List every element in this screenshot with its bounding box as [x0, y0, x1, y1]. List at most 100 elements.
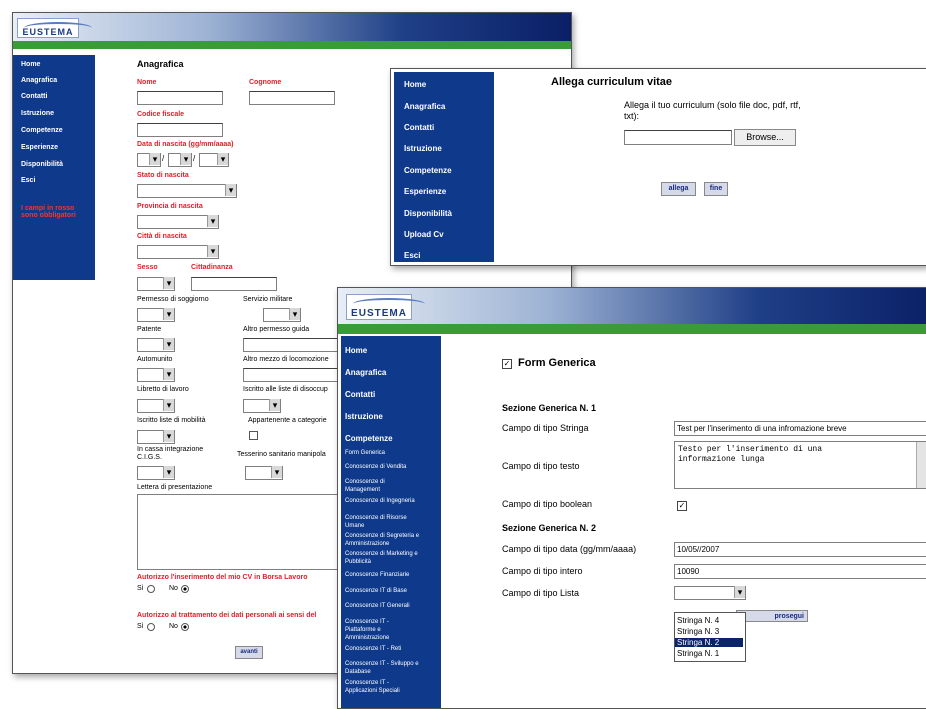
sub-item-form-generica[interactable]: Form Generica — [345, 450, 439, 457]
form-eustema-logo: EUSTEMA — [346, 294, 425, 320]
patente-select[interactable] — [137, 338, 175, 352]
allega-button[interactable]: allega — [661, 182, 696, 196]
date-slash-2: / — [193, 154, 196, 163]
sub-item-it-applicazioni[interactable]: Conoscenze IT - Applicazioni Speciali — [345, 679, 405, 695]
lettera-textarea[interactable] — [137, 494, 349, 570]
data-label: Campo di tipo data (gg/mm/aaaa) — [502, 544, 637, 554]
citta-nascita-label: Città di nascita — [137, 233, 187, 240]
upload-sidebar-item-anagrafica[interactable]: Anagrafica — [404, 102, 445, 111]
lista-option[interactable]: Stringa N. 3 — [677, 627, 719, 636]
lista-dropdown[interactable]: Stringa N. 4 Stringa N. 3 Stringa N. 2 S… — [674, 612, 746, 662]
servizio-select[interactable] — [263, 308, 301, 322]
cognome-input[interactable] — [249, 91, 335, 105]
altro-permesso-input[interactable] — [243, 338, 341, 352]
form-sidebar-item-anagrafica[interactable]: Anagrafica — [345, 368, 386, 377]
cassa-select[interactable] — [137, 466, 175, 480]
sub-item-it-sviluppo[interactable]: Conoscenze IT - Sviluppo e Database — [345, 660, 441, 676]
cognome-label: Cognome — [249, 79, 282, 86]
intero-label: Campo di tipo intero — [502, 566, 583, 576]
day-select[interactable] — [137, 153, 161, 167]
altro-mezzo-input[interactable] — [243, 368, 341, 382]
permesso-select[interactable] — [137, 308, 175, 322]
lista-option[interactable]: Stringa N. 4 — [677, 616, 719, 625]
patente-label: Patente — [137, 326, 162, 333]
file-path-input[interactable] — [624, 130, 732, 145]
testo-label: Campo di tipo testo — [502, 461, 580, 471]
altro-permesso-label: Altro permesso guida — [243, 326, 310, 333]
upload-sidebar-item-esperienze[interactable]: Esperienze — [404, 187, 446, 196]
cittadinanza-input[interactable] — [191, 277, 277, 291]
upload-sidebar-item-competenze[interactable]: Competenze — [404, 166, 452, 175]
form-sidebar-item-home[interactable]: Home — [345, 346, 367, 355]
year-select[interactable] — [199, 153, 229, 167]
form-header-strip — [338, 324, 926, 334]
autorizzo-dati-no-radio[interactable] — [181, 623, 189, 631]
lista-option[interactable]: Stringa N. 1 — [677, 649, 719, 658]
browse-button[interactable]: Browse... — [734, 129, 796, 146]
tesserino-select[interactable] — [245, 466, 283, 480]
upload-instructions: Allega il tuo curriculum (solo file doc,… — [624, 100, 801, 121]
testo-scrollbar[interactable] — [916, 442, 926, 488]
sub-item-it-generali[interactable]: Conoscenze IT Generali — [345, 603, 441, 610]
data-input[interactable]: 10/05//2007 — [674, 542, 926, 557]
upload-sidebar-item-upload-cv[interactable]: Upload Cv — [404, 230, 444, 239]
intero-input[interactable]: 10090 — [674, 564, 926, 579]
sub-item-finanziarie[interactable]: Conoscenze Finanziarie — [345, 572, 441, 579]
autorizzo-cv-si-radio[interactable] — [147, 585, 155, 593]
lista-select[interactable] — [674, 586, 746, 600]
automunito-select[interactable] — [137, 368, 175, 382]
form-sidebar-item-contatti[interactable]: Contatti — [345, 390, 375, 399]
appartenente-checkbox[interactable] — [249, 431, 258, 440]
autorizzo-dati-si-radio[interactable] — [147, 623, 155, 631]
upload-sidebar-item-home[interactable]: Home — [404, 80, 426, 89]
upload-sidebar-item-esci[interactable]: Esci — [404, 251, 420, 260]
stringa-input[interactable]: Test per l'inserimento di una infromazio… — [674, 421, 926, 436]
boolean-checkbox[interactable]: ✓ — [677, 501, 687, 511]
sub-item-it-reti[interactable]: Conoscenze IT - Reti — [345, 646, 441, 653]
testo-textarea[interactable]: Testo per l'inserimento di una informazi… — [674, 441, 926, 489]
upload-cv-window: Home Anagrafica Contatti Istruzione Comp… — [390, 68, 926, 266]
upload-sidebar-item-disponibilita[interactable]: Disponibilità — [404, 209, 452, 218]
prosegui-label: prosegui — [774, 613, 804, 620]
sub-item-it-piattaforme[interactable]: Conoscenze IT - Piattaforme e Amministra… — [345, 618, 407, 642]
month-select[interactable] — [168, 153, 192, 167]
upload-sidebar-item-contatti[interactable]: Contatti — [404, 123, 434, 132]
page-title: Anagrafica — [137, 59, 184, 69]
autorizzo-cv-no-radio[interactable] — [181, 585, 189, 593]
avanti-button[interactable]: avanti — [235, 646, 263, 659]
form-sidebar-item-istruzione[interactable]: Istruzione — [345, 412, 383, 421]
sub-item-management[interactable]: Conoscenze di Management — [345, 478, 405, 494]
lista-option-selected[interactable]: Stringa N. 2 — [675, 638, 743, 647]
form-sidebar-item-competenze[interactable]: Competenze — [345, 434, 393, 443]
iscritto-mob-select[interactable] — [137, 430, 175, 444]
sub-item-ingegneria[interactable]: Conoscenze di Ingegneria — [345, 498, 443, 505]
autorizzo-cv-no-label: No — [169, 585, 178, 592]
stato-nascita-select[interactable] — [137, 184, 237, 198]
sub-item-vendita[interactable]: Conoscenze di Vendita — [345, 464, 439, 471]
upload-title: Allega curriculum vitae — [551, 76, 673, 88]
altro-mezzo-label: Altro mezzo di locomozione — [243, 356, 329, 363]
permesso-label: Permesso di soggiorno — [137, 296, 209, 303]
form-title-checkbox[interactable]: ✓ — [502, 359, 512, 369]
iscritto-disoc-select[interactable] — [243, 399, 281, 413]
sub-item-marketing[interactable]: Conoscenze di Marketing e Pubblicità — [345, 550, 445, 566]
fine-button[interactable]: fine — [704, 182, 728, 196]
prosegui-button[interactable]: prosegui — [736, 610, 808, 622]
testo-textarea-value: Testo per l'inserimento di una informazi… — [678, 445, 823, 464]
nome-input[interactable] — [137, 91, 223, 105]
codice-fiscale-input[interactable] — [137, 123, 223, 137]
libretto-label: Libretto di lavoro — [137, 386, 189, 393]
citta-nascita-select[interactable] — [137, 245, 219, 259]
provincia-nascita-select[interactable] — [137, 215, 219, 229]
sub-item-risorse-umane[interactable]: Conoscenze di Risorse Umane — [345, 514, 423, 530]
autorizzo-dati-label: Autorizzo al trattamento dei dati person… — [137, 612, 317, 619]
libretto-select[interactable] — [137, 399, 175, 413]
autorizzo-dati-no-label: No — [169, 623, 178, 630]
tesserino-label: Tesserino sanitario manipola — [237, 451, 326, 458]
sesso-select[interactable] — [137, 277, 175, 291]
iscritto-mob-label: Iscritto liste di mobilità — [137, 417, 206, 424]
upload-sidebar-item-istruzione[interactable]: Istruzione — [404, 144, 442, 153]
sub-item-it-base[interactable]: Conoscenze IT di Base — [345, 588, 441, 595]
upload-sidebar: Home Anagrafica Contatti Istruzione Comp… — [394, 72, 494, 262]
sub-item-segreteria[interactable]: Conoscenze di Segreteria e Amministrazio… — [345, 532, 443, 548]
